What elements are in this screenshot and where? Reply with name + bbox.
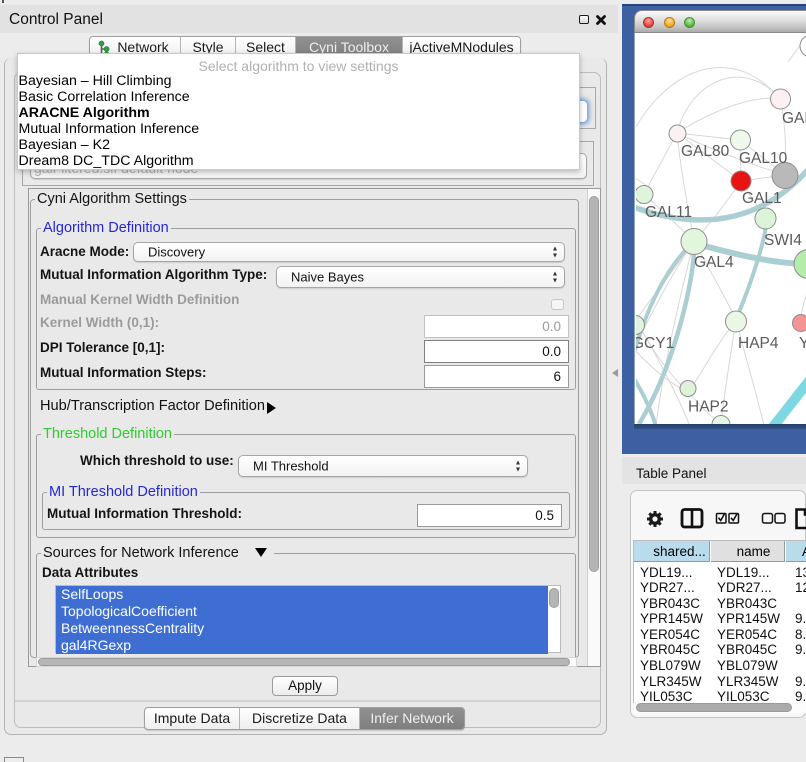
svg-text:GAL1: GAL1 [742,190,782,207]
svg-text:GCY1: GCY1 [636,335,674,352]
svg-text:GAL10: GAL10 [739,150,788,167]
svg-text:SWI4: SWI4 [764,232,802,249]
svg-text:GAL: GAL [782,110,806,127]
svg-text:GAL80: GAL80 [681,143,730,160]
svg-text:Y: Y [799,335,806,352]
svg-text:GAL4: GAL4 [694,254,734,271]
svg-text:HAP4: HAP4 [738,335,779,352]
svg-text:GAL11: GAL11 [645,204,692,221]
svg-text:HAP2: HAP2 [688,399,729,416]
